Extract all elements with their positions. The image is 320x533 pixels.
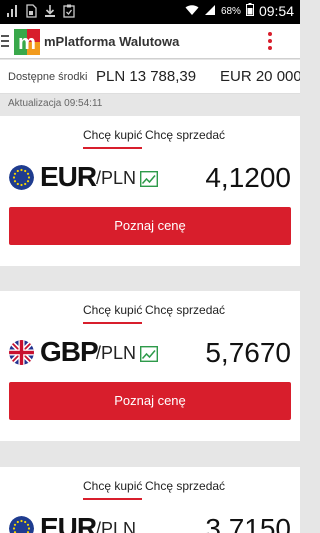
funds-pln-value: PLN 13 788,39 [96,68,197,85]
tab-sell[interactable]: Chcę sprzedać [145,303,225,317]
status-bar: 68% 09:54 [0,0,300,24]
currency-pair-row: EUR /PLN 3,7150 [0,512,300,533]
pair-suffix: /PLN [96,519,137,533]
currency-code: EUR [40,512,97,533]
download-icon [44,4,56,18]
currency-card: Chcę kupić Chcę sprzedać GBP /PLN 5,7670… [0,291,300,441]
tab-buy[interactable]: Chcę kupić [83,303,143,324]
eu-flag-icon [9,165,34,190]
app-screen: 68% 09:54 m mPlatforma Walutowa Dostępne… [0,0,300,533]
app-logo: m [14,29,40,55]
more-options-icon[interactable] [268,32,272,52]
update-bar: Aktualizacja 09:54:11 [0,94,300,115]
exchange-rate: 5,7670 [205,337,291,368]
available-funds-bar: Dostępne środki PLN 13 788,39 EUR 20 000 [0,60,300,94]
available-funds-label: Dostępne środki [8,71,88,83]
svg-text:m: m [18,32,36,54]
currency-pair-row: EUR /PLN 4,1200 [0,161,300,200]
buy-sell-tabs: Chcę kupić Chcę sprzedać [0,303,300,327]
get-price-button[interactable]: Poznaj cenę [9,207,291,245]
currency-pair-row: GBP /PLN 5,7670 [0,336,300,375]
signal-icon [6,4,18,18]
buy-sell-tabs: Chcę kupić Chcę sprzedać [0,479,300,503]
currency-code: EUR [40,161,97,192]
currency-card: Chcę kupić Chcę sprzedać EUR /PLN 3,7150 [0,467,300,533]
tab-buy[interactable]: Chcę kupić [83,479,143,500]
tab-buy[interactable]: Chcę kupić [83,128,143,149]
clock: 09:54 [258,3,294,19]
funds-eur-value: EUR 20 000 [220,68,300,85]
currency-code: GBP [40,336,99,367]
app-bar: m mPlatforma Walutowa [0,24,300,59]
pair-suffix: /PLN [96,168,137,188]
eu-flag-icon [9,516,34,533]
chart-icon[interactable] [139,170,159,188]
signal-strength-icon [204,4,216,19]
exchange-rate: 4,1200 [205,162,291,193]
battery-percent: 68% [220,5,241,17]
wifi-icon [185,4,199,19]
exchange-rate: 3,7150 [205,513,291,533]
battery-icon [245,3,254,19]
get-price-button[interactable]: Poznaj cenę [9,382,291,420]
chart-icon[interactable] [139,345,159,363]
pair-suffix: /PLN [96,343,137,363]
update-timestamp: Aktualizacja 09:54:11 [8,98,103,109]
currency-card: Chcę kupić Chcę sprzedać EUR /PLN 4,1200… [0,116,300,266]
tab-sell[interactable]: Chcę sprzedać [145,128,225,142]
menu-icon[interactable] [1,35,9,47]
uk-flag-icon [9,340,34,365]
tab-sell[interactable]: Chcę sprzedać [145,479,225,493]
buy-sell-tabs: Chcę kupić Chcę sprzedać [0,128,300,152]
clipboard-icon [63,4,75,18]
sim-icon [25,4,37,18]
app-title: mPlatforma Walutowa [44,34,180,49]
